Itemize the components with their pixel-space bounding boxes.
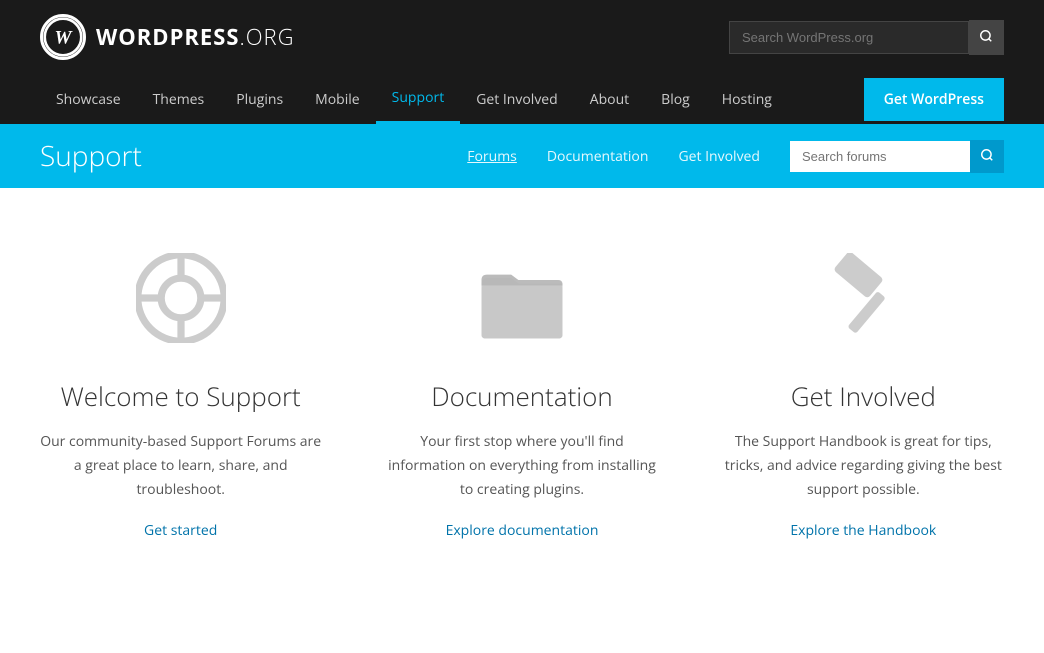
main-content: Welcome to Support Our community-based S… [0,188,1044,620]
card-get-involved: Get Involved The Support Handbook is gre… [723,248,1004,540]
nav-plugins[interactable]: Plugins [220,76,299,123]
logo-icon: W [40,14,86,60]
lifesaver-icon [131,248,231,348]
nav-get-involved[interactable]: Get Involved [460,76,574,123]
card-get-involved-link[interactable]: Explore the Handbook [790,521,936,540]
nav-themes[interactable]: Themes [137,76,221,123]
site-logo[interactable]: W WordPress.org [40,14,295,60]
support-search-form [790,140,1004,173]
logo-text: WordPress.org [96,22,295,52]
support-search-input[interactable] [790,141,970,172]
card-welcome-desc: Our community-based Support Forums are a… [40,430,321,501]
top-bar: W WordPress.org [0,0,1044,74]
top-search-form [729,20,1004,55]
support-nav-get-involved[interactable]: Get Involved [678,147,760,166]
nav-mobile[interactable]: Mobile [299,76,376,123]
card-documentation-link[interactable]: Explore documentation [446,521,599,540]
top-search-input[interactable] [729,21,969,54]
support-nav: Forums Documentation Get Involved [467,140,1004,173]
hammer-icon [813,248,913,348]
card-documentation-title: Documentation [431,378,613,414]
nav-showcase[interactable]: Showcase [40,76,137,123]
nav-support[interactable]: Support [376,74,461,124]
support-search-button[interactable] [970,140,1004,173]
folder-icon [472,248,572,348]
nav-hosting[interactable]: Hosting [706,76,788,123]
card-welcome-link[interactable]: Get started [144,521,217,540]
support-page-title: Support [40,137,142,175]
nav-about[interactable]: About [574,76,645,123]
svg-text:W: W [54,27,73,48]
nav-blog[interactable]: Blog [645,76,706,123]
card-documentation-desc: Your first stop where you'll find inform… [381,430,662,501]
card-documentation: Documentation Your first stop where you'… [381,248,662,540]
support-header: Support Forums Documentation Get Involve… [0,124,1044,188]
main-nav-links: Showcase Themes Plugins Mobile Support G… [40,74,788,124]
top-search-button[interactable] [969,20,1004,55]
support-nav-forums[interactable]: Forums [467,147,517,166]
get-wordpress-button[interactable]: Get WordPress [864,78,1004,121]
card-get-involved-desc: The Support Handbook is great for tips, … [723,430,1004,501]
card-get-involved-title: Get Involved [791,378,936,414]
support-nav-documentation[interactable]: Documentation [547,147,649,166]
card-welcome-title: Welcome to Support [61,378,301,414]
card-welcome: Welcome to Support Our community-based S… [40,248,321,540]
main-nav: Showcase Themes Plugins Mobile Support G… [0,74,1044,124]
cards-grid: Welcome to Support Our community-based S… [40,248,1004,540]
